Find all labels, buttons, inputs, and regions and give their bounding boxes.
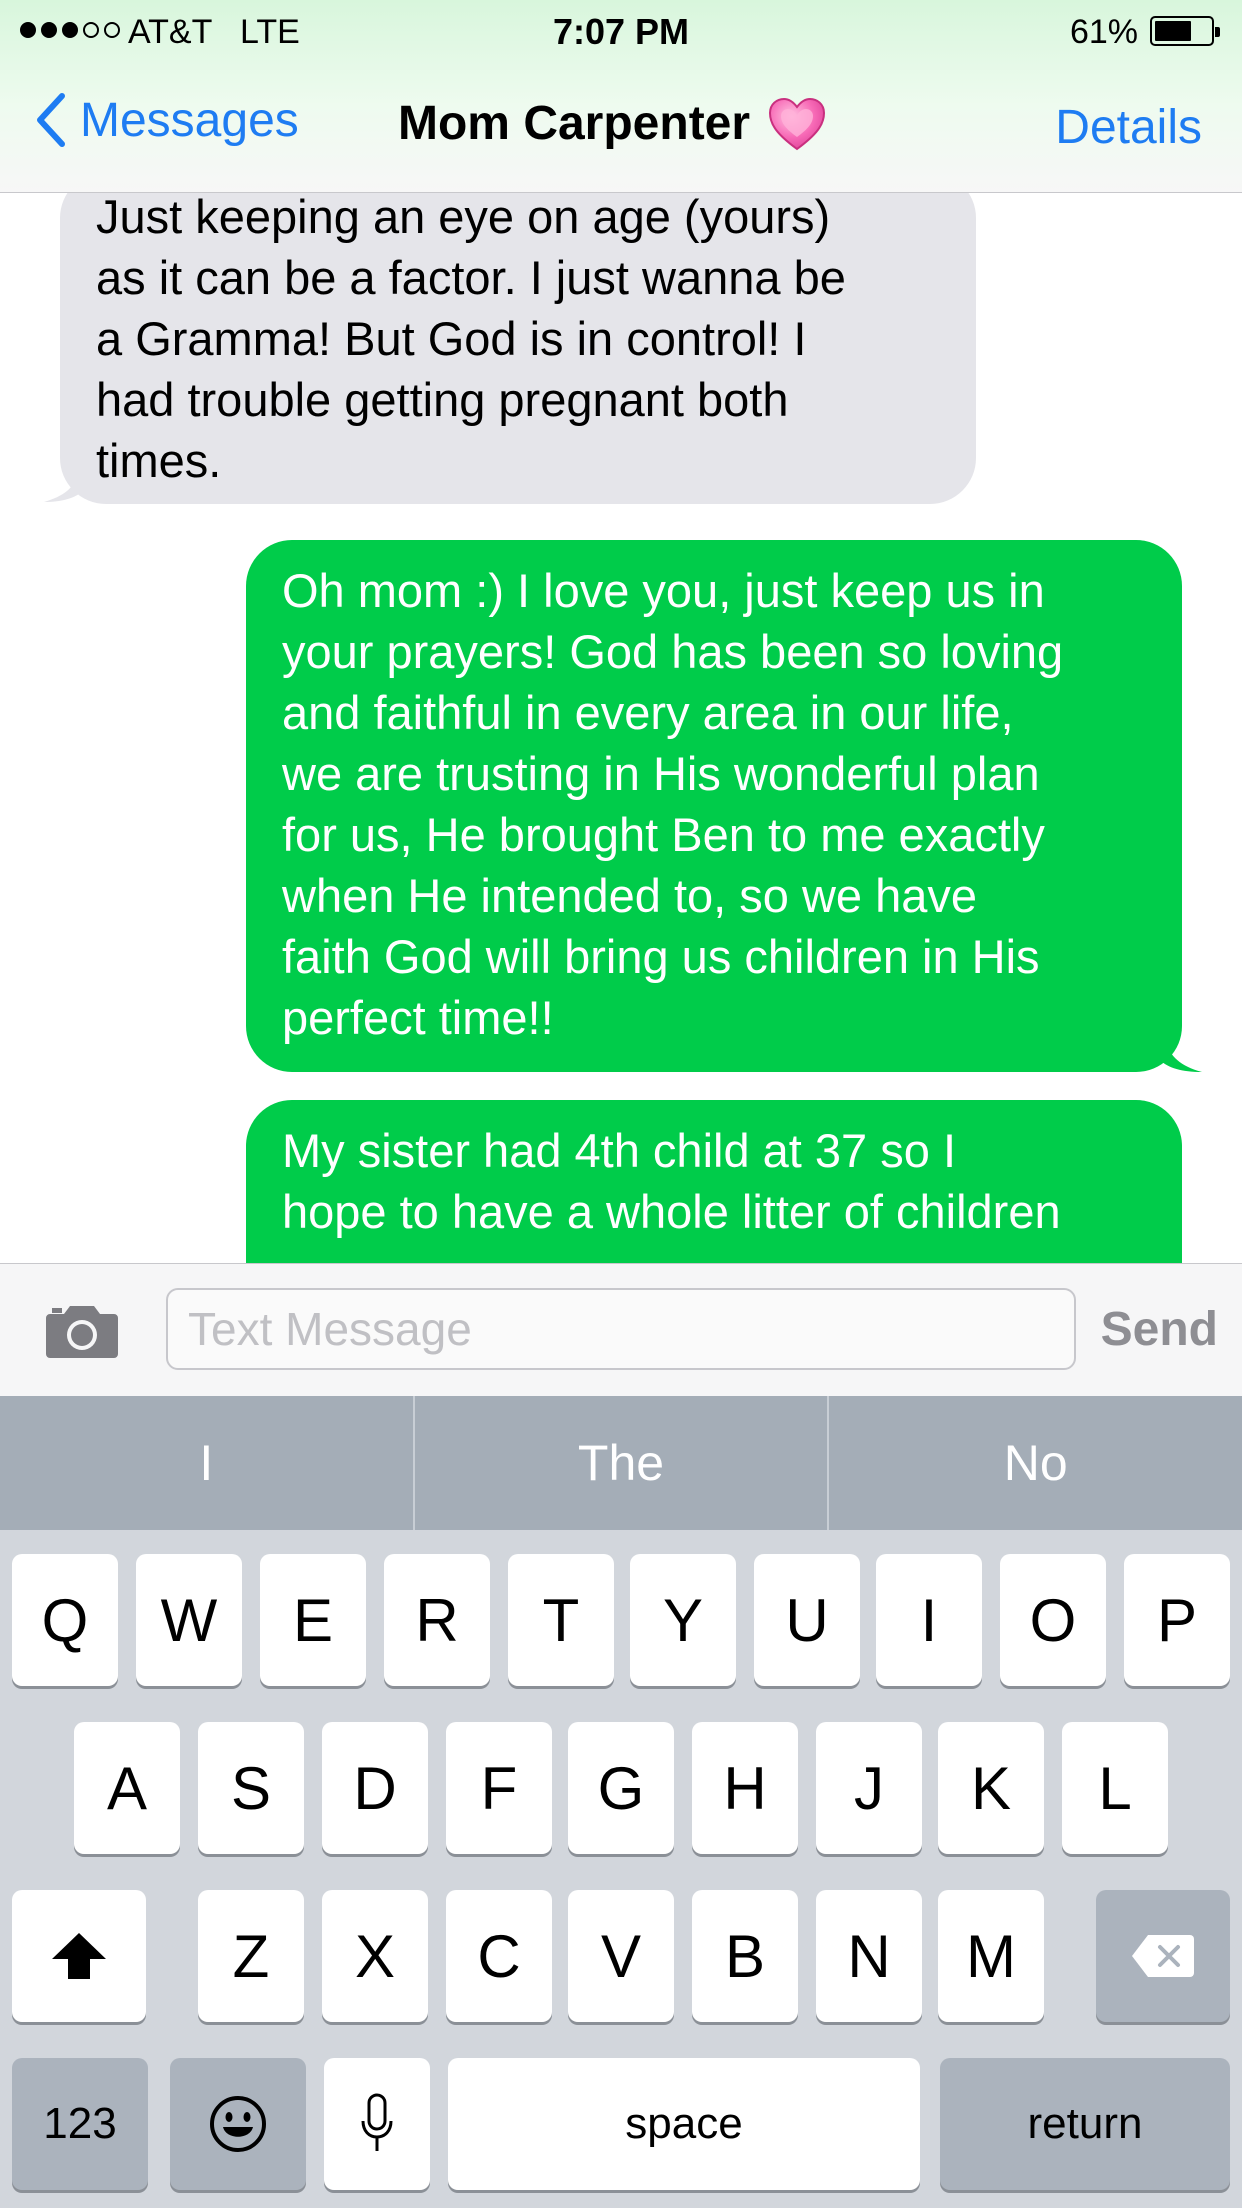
key-c[interactable]: C <box>446 1890 552 2022</box>
message-line: a Gramma! But God is in control! I <box>96 312 807 365</box>
message-line: and faithful in every area in our life, <box>282 686 1014 739</box>
compose-bar: Send <box>0 1263 1242 1396</box>
prediction-suggestion[interactable]: The <box>412 1396 828 1530</box>
dictation-key[interactable] <box>324 2058 430 2190</box>
message-line: hope to have a whole litter of children <box>282 1185 1061 1238</box>
key-a[interactable]: A <box>74 1722 180 1854</box>
key-h[interactable]: H <box>692 1722 798 1854</box>
delete-icon <box>1132 1935 1194 1977</box>
key-f[interactable]: F <box>446 1722 552 1854</box>
message-line: had trouble getting pregnant both <box>96 373 789 426</box>
message-input[interactable] <box>166 1288 1076 1370</box>
back-button[interactable]: Messages <box>34 92 299 148</box>
shift-icon <box>52 1933 106 1979</box>
key-t[interactable]: T <box>508 1554 614 1686</box>
numbers-key[interactable]: 123 <box>12 2058 148 2190</box>
key-m[interactable]: M <box>938 1890 1044 2022</box>
emoji-key[interactable] <box>170 2058 306 2190</box>
message-line: your prayers! God has been so loving <box>282 625 1064 678</box>
microphone-icon <box>361 2093 393 2151</box>
key-x[interactable]: X <box>322 1890 428 2022</box>
chevron-left-icon <box>37 93 65 147</box>
key-s[interactable]: S <box>198 1722 304 1854</box>
key-u[interactable]: U <box>754 1554 860 1686</box>
message-line: perfect time!! <box>282 991 554 1044</box>
key-o[interactable]: O <box>1000 1554 1106 1686</box>
key-l[interactable]: L <box>1062 1722 1168 1854</box>
back-label: Messages <box>80 93 299 147</box>
camera-icon[interactable] <box>44 1300 120 1360</box>
message-line: Oh mom :) I love you, just keep us in <box>282 564 1045 617</box>
send-button[interactable]: Send <box>1101 1302 1218 1357</box>
space-key[interactable]: space <box>448 2058 920 2190</box>
battery-icon <box>1150 16 1220 46</box>
keyboard: Q W E R T Y U I O P A S D F G H J K L Z … <box>0 1530 1242 2208</box>
shift-key[interactable] <box>12 1890 146 2022</box>
incoming-message-bubble[interactable]: Just keeping an eye on age (yours) as it… <box>60 192 976 504</box>
outgoing-message-bubble[interactable]: Oh mom :) I love you, just keep us in yo… <box>246 540 1182 1072</box>
key-w[interactable]: W <box>136 1554 242 1686</box>
predictive-text-bar: I The No <box>0 1396 1242 1530</box>
delete-key[interactable] <box>1096 1890 1230 2022</box>
message-line: we are trusting in His wonderful plan <box>282 747 1040 800</box>
message-line: Just keeping an eye on age (yours) <box>96 192 831 243</box>
message-line: My sister had 4th child at 37 so I <box>282 1124 956 1177</box>
key-z[interactable]: Z <box>198 1890 304 2022</box>
header: AT&T LTE 7:07 PM 61% Messages Mom Carpen… <box>0 0 1242 193</box>
battery-percent: 61% <box>1069 13 1138 51</box>
conversation-title[interactable]: Mom Carpenter <box>398 96 826 151</box>
key-y[interactable]: Y <box>630 1554 736 1686</box>
status-bar: AT&T LTE 7:07 PM 61% <box>0 0 1242 62</box>
return-key[interactable]: return <box>940 2058 1230 2190</box>
outgoing-message-bubble[interactable]: My sister had 4th child at 37 so I hope … <box>246 1100 1182 1264</box>
contact-name: Mom Carpenter <box>398 97 751 150</box>
pink-heart-icon <box>769 97 826 150</box>
status-time: 7:07 PM <box>552 11 690 52</box>
message-line: faith God will bring us children in His <box>282 930 1040 983</box>
key-e[interactable]: E <box>260 1554 366 1686</box>
details-button[interactable]: Details <box>1055 100 1202 155</box>
emoji-icon <box>210 2096 266 2152</box>
message-line: when He intended to, so we have <box>282 869 978 922</box>
message-line: as it can be a factor. I just wanna be <box>96 251 846 304</box>
key-v[interactable]: V <box>568 1890 674 2022</box>
message-thread[interactable]: Just keeping an eye on age (yours) as it… <box>0 192 1242 1264</box>
key-q[interactable]: Q <box>12 1554 118 1686</box>
key-n[interactable]: N <box>816 1890 922 2022</box>
key-b[interactable]: B <box>692 1890 798 2022</box>
key-j[interactable]: J <box>816 1722 922 1854</box>
key-k[interactable]: K <box>938 1722 1044 1854</box>
message-line: for us, He brought Ben to me exactly <box>282 808 1045 861</box>
key-i[interactable]: I <box>876 1554 982 1686</box>
key-g[interactable]: G <box>568 1722 674 1854</box>
prediction-suggestion[interactable]: No <box>827 1396 1242 1530</box>
prediction-suggestion[interactable]: I <box>0 1396 413 1530</box>
message-line: times. <box>96 434 222 487</box>
nav-bar: Messages Mom Carpenter Details <box>0 62 1242 192</box>
key-p[interactable]: P <box>1124 1554 1230 1686</box>
key-r[interactable]: R <box>384 1554 490 1686</box>
key-d[interactable]: D <box>322 1722 428 1854</box>
